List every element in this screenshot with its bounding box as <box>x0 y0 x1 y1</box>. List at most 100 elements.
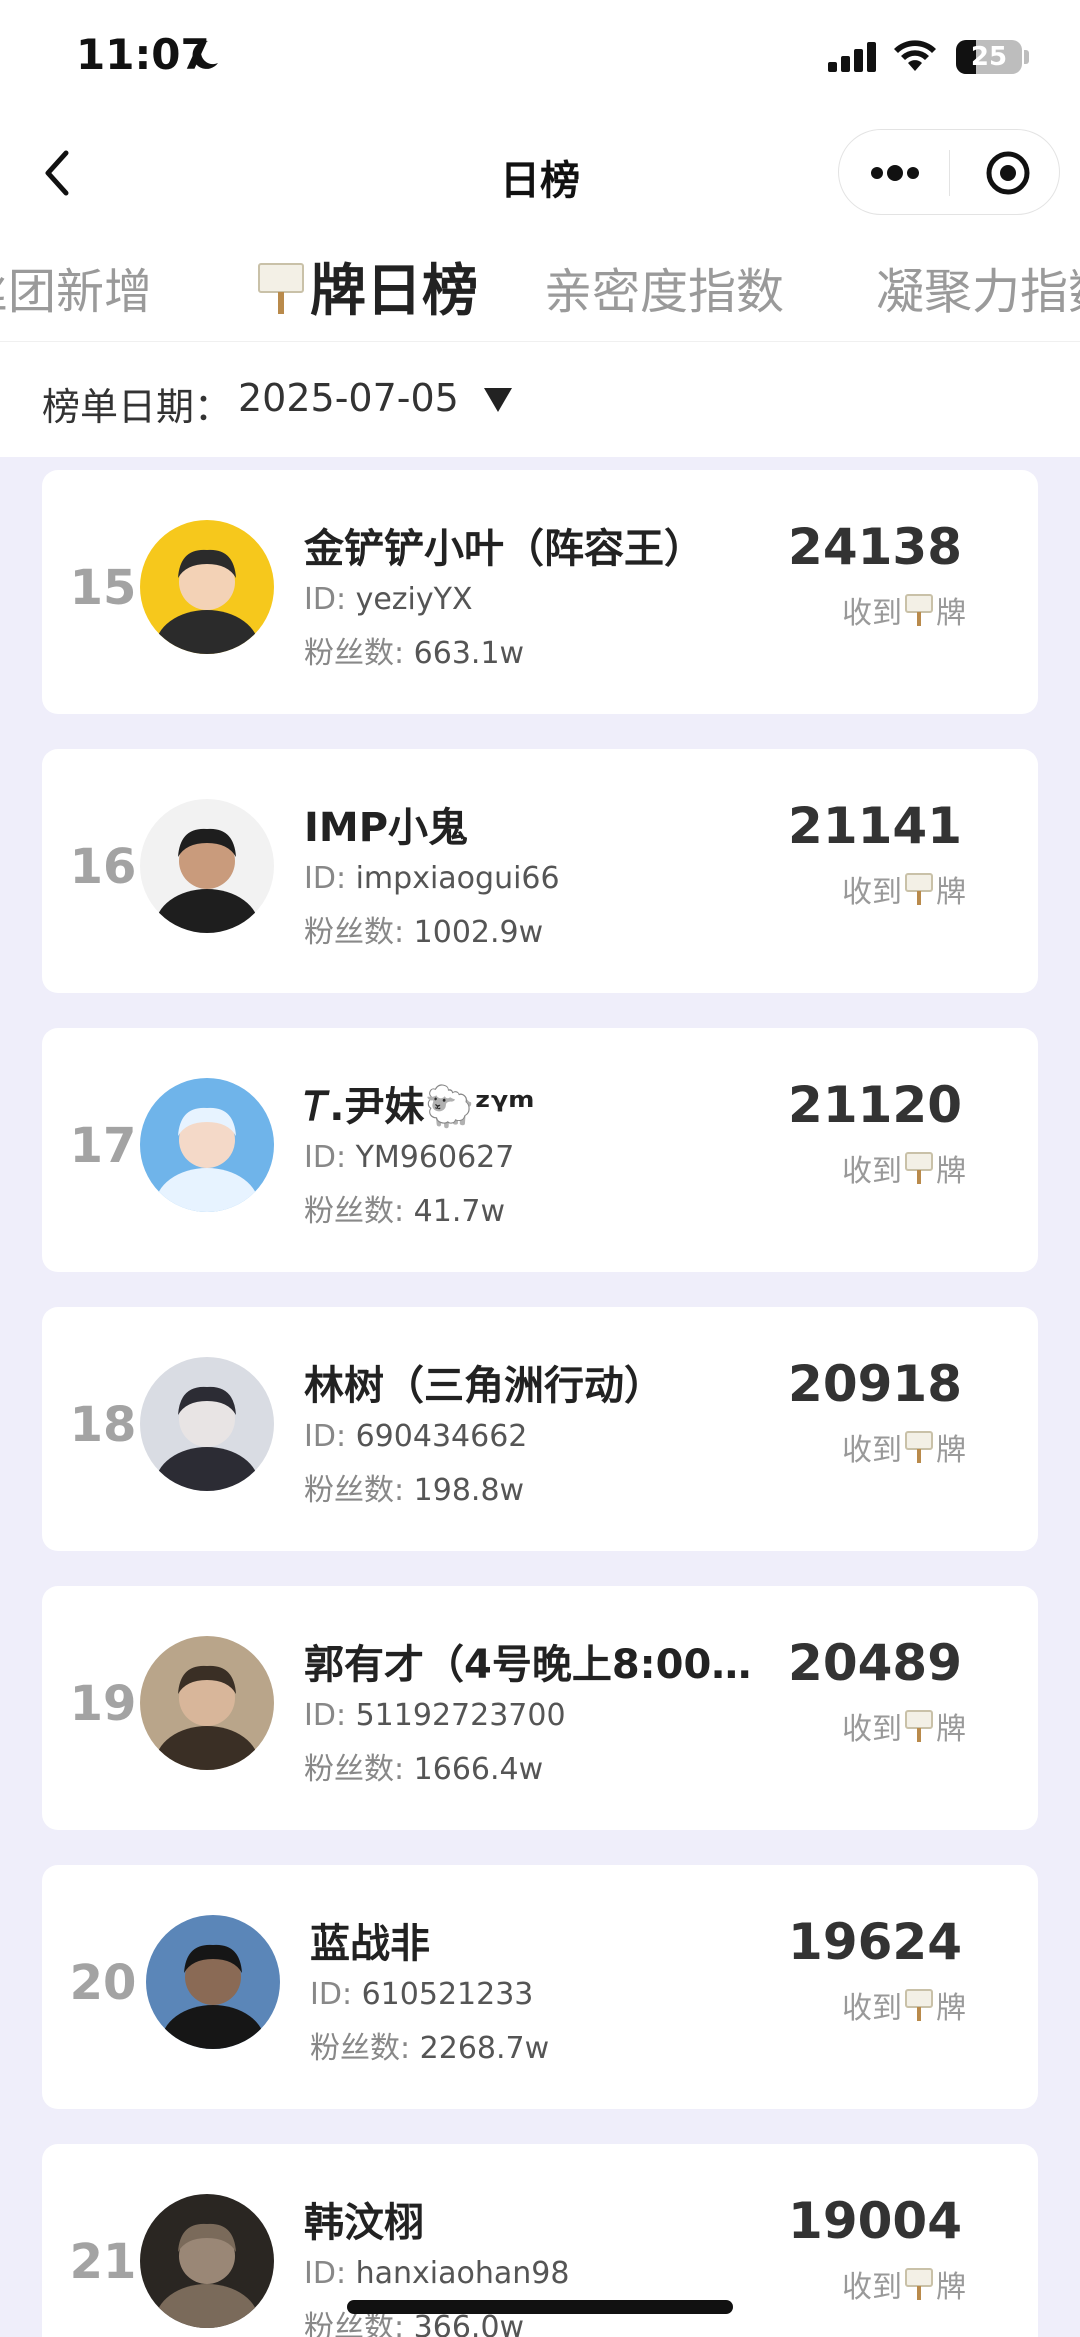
avatar[interactable] <box>140 520 274 654</box>
fans-prefix: 粉丝数: <box>304 1473 414 1508</box>
id-value: 690434662 <box>355 1419 528 1454</box>
received-label: 收到牌 <box>842 1983 966 2030</box>
fans-prefix: 粉丝数: <box>304 636 414 671</box>
ranking-card[interactable]: 19 郭有才（4号晚上8:00… ID: 51192723700 粉丝数: 1666.… <box>42 1586 1038 1830</box>
received-suffix: 牌 <box>936 596 966 631</box>
avatar[interactable] <box>140 2194 274 2328</box>
fans-count: 粉丝数: 1002.9w <box>304 907 543 951</box>
received-label: 收到牌 <box>842 588 966 635</box>
id-value: 610521233 <box>361 1977 534 2012</box>
signboard-icon <box>904 1709 934 1751</box>
fans-value: 1666.4w <box>413 1752 544 1787</box>
fans-prefix: 粉丝数: <box>304 2310 414 2337</box>
rank-number: 20 <box>69 1955 137 2011</box>
ranking-card[interactable]: 20 蓝战非 ID: 610521233 粉丝数: 2268.7w 19624 收到牌 <box>42 1865 1038 2109</box>
streamer-name[interactable]: 韩汶栩 <box>304 2190 794 2248</box>
fans-count: 粉丝数: 1666.4w <box>304 1744 543 1788</box>
rank-number: 15 <box>69 560 137 616</box>
date-filter[interactable]: 榜单日期： 2025-07-05 <box>0 342 1080 457</box>
streamer-id: ID: 690434662 <box>304 1419 527 1454</box>
avatar[interactable] <box>140 799 274 933</box>
id-value: YM960627 <box>355 1140 515 1175</box>
received-prefix: 收到 <box>842 1991 902 2026</box>
streamer-id: ID: impxiaogui66 <box>304 861 560 896</box>
ranking-card[interactable]: 17 𝑇.尹妹🐑ᶻᵞᵐ ID: YM960627 粉丝数: 41.7w 21120 收到牌 <box>42 1028 1038 1272</box>
avatar[interactable] <box>146 1915 280 2049</box>
date-label: 榜单日期： <box>42 385 233 429</box>
fans-count: 粉丝数: 41.7w <box>304 1186 505 1230</box>
signboard-score: 20918 <box>788 1355 962 1413</box>
wifi-icon <box>892 38 938 76</box>
tab-intimacy-index[interactable]: 亲密度指数 <box>544 252 784 322</box>
signboard-score: 21120 <box>788 1076 962 1134</box>
fans-count: 粉丝数: 663.1w <box>304 628 524 672</box>
id-prefix: ID: <box>304 1140 356 1175</box>
target-circle-icon[interactable] <box>985 150 1031 200</box>
streamer-name[interactable]: IMP小鬼 <box>304 795 794 853</box>
fans-prefix: 粉丝数: <box>304 1752 414 1787</box>
tab-signboard-daily[interactable]: 牌日榜 <box>256 246 478 330</box>
received-suffix: 牌 <box>936 1712 966 1747</box>
received-suffix: 牌 <box>936 1433 966 1468</box>
mini-program-capsule <box>838 129 1060 215</box>
home-indicator <box>347 2300 733 2314</box>
ranking-card[interactable]: 15 金铲铲小叶（阵容王） ID: yeziyYX 粉丝数: 663.1w 24138 收… <box>42 470 1038 714</box>
streamer-id: ID: yeziyYX <box>304 582 473 617</box>
tab-fan-group-growth[interactable]: 丝团新增 <box>0 252 152 322</box>
received-label: 收到牌 <box>842 1425 966 1472</box>
ranking-card[interactable]: 18 林树（三角洲行动） ID: 690434662 粉丝数: 198.8w 20918… <box>42 1307 1038 1551</box>
signboard-score: 24138 <box>788 518 962 576</box>
battery-level: 25 <box>970 42 1008 72</box>
id-value: impxiaogui66 <box>355 861 560 896</box>
tab-cohesion-index[interactable]: 凝聚力指数 <box>876 252 1080 322</box>
streamer-id: ID: hanxiaohan98 <box>304 2256 569 2291</box>
streamer-name[interactable]: 郭有才（4号晚上8:00… <box>304 1632 794 1690</box>
id-prefix: ID: <box>304 2256 356 2291</box>
fans-count: 粉丝数: 198.8w <box>304 1465 524 1509</box>
signboard-icon <box>256 260 306 330</box>
signboard-score: 19624 <box>788 1913 962 1971</box>
signal-icon <box>828 42 880 76</box>
streamer-id: ID: 51192723700 <box>304 1698 566 1733</box>
streamer-name[interactable]: 金铲铲小叶（阵容王） <box>304 516 794 574</box>
avatar[interactable] <box>140 1636 274 1770</box>
streamer-name[interactable]: 𝑇.尹妹🐑ᶻᵞᵐ <box>304 1074 794 1132</box>
id-prefix: ID: <box>310 1977 362 2012</box>
id-prefix: ID: <box>304 1419 356 1454</box>
fans-value: 2268.7w <box>419 2031 550 2066</box>
id-value: hanxiaohan98 <box>355 2256 570 2291</box>
streamer-name[interactable]: 蓝战非 <box>310 1911 800 1969</box>
rank-number: 21 <box>69 2234 137 2290</box>
signboard-score: 19004 <box>788 2192 962 2250</box>
fans-value: 41.7w <box>413 1194 505 1229</box>
avatar[interactable] <box>140 1078 274 1212</box>
signboard-icon <box>904 1988 934 2030</box>
date-value[interactable]: 2025-07-05 <box>238 376 459 420</box>
signboard-icon <box>904 2267 934 2309</box>
dropdown-triangle-icon[interactable] <box>482 386 514 418</box>
moon-icon <box>186 38 220 76</box>
received-suffix: 牌 <box>936 2270 966 2305</box>
received-prefix: 收到 <box>842 875 902 910</box>
more-dots-icon[interactable] <box>869 159 921 191</box>
status-bar: 11:07 25 <box>0 0 1080 115</box>
id-prefix: ID: <box>304 861 356 896</box>
avatar[interactable] <box>140 1357 274 1491</box>
id-prefix: ID: <box>304 582 356 617</box>
received-prefix: 收到 <box>842 1712 902 1747</box>
rank-number: 18 <box>69 1397 137 1453</box>
received-prefix: 收到 <box>842 1433 902 1468</box>
rank-number: 17 <box>69 1118 137 1174</box>
rank-number: 19 <box>69 1676 137 1732</box>
fans-value: 366.0w <box>413 2310 525 2337</box>
id-value: yeziyYX <box>355 582 473 617</box>
ranking-card[interactable]: 16 IMP小鬼 ID: impxiaogui66 粉丝数: 1002.9w 21141… <box>42 749 1038 993</box>
streamer-name[interactable]: 林树（三角洲行动） <box>304 1353 794 1411</box>
streamer-id: ID: YM960627 <box>304 1140 514 1175</box>
fans-count: 粉丝数: 2268.7w <box>310 2023 549 2067</box>
received-label: 收到牌 <box>842 2262 966 2309</box>
signboard-icon <box>904 1430 934 1472</box>
received-suffix: 牌 <box>936 1991 966 2026</box>
received-prefix: 收到 <box>842 2270 902 2305</box>
battery-icon: 25 <box>956 40 1022 74</box>
